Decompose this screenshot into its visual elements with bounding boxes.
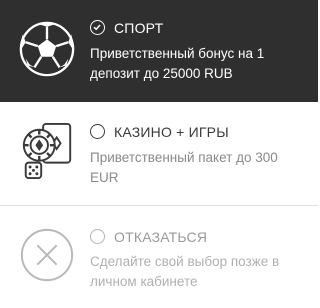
option-sport-description: Приветственный бонус на 1 депозит до 250…: [90, 46, 265, 81]
option-decline-description: Сделайте свой выбор позже в личном кабин…: [90, 254, 280, 289]
option-sport[interactable]: СПОРТ Приветственный бонус на 1 депозит …: [0, 0, 318, 102]
option-decline[interactable]: ОТКАЗАТЬСЯ Сделайте свой выбор позже в л…: [0, 206, 318, 308]
option-casino[interactable]: КАЗИНО + ИГРЫ Приветственный пакет до 30…: [0, 102, 318, 206]
close-circle-icon: [20, 228, 74, 282]
option-casino-description: Приветственный пакет до 300 EUR: [90, 150, 278, 185]
bonus-selection-panel: СПОРТ Приветственный бонус на 1 депозит …: [0, 0, 318, 308]
option-casino-title: КАЗИНО + ИГРЫ: [114, 124, 229, 140]
checkmark-icon: [93, 24, 101, 31]
radio-decline[interactable]: [90, 229, 105, 244]
radio-casino[interactable]: [90, 124, 105, 139]
casino-chips-cards-dice-icon: [22, 122, 72, 180]
radio-sport-checked[interactable]: [90, 20, 105, 35]
option-decline-title: ОТКАЗАТЬСЯ: [114, 229, 208, 245]
soccer-ball-icon: [19, 21, 75, 77]
option-sport-title: СПОРТ: [114, 20, 164, 36]
